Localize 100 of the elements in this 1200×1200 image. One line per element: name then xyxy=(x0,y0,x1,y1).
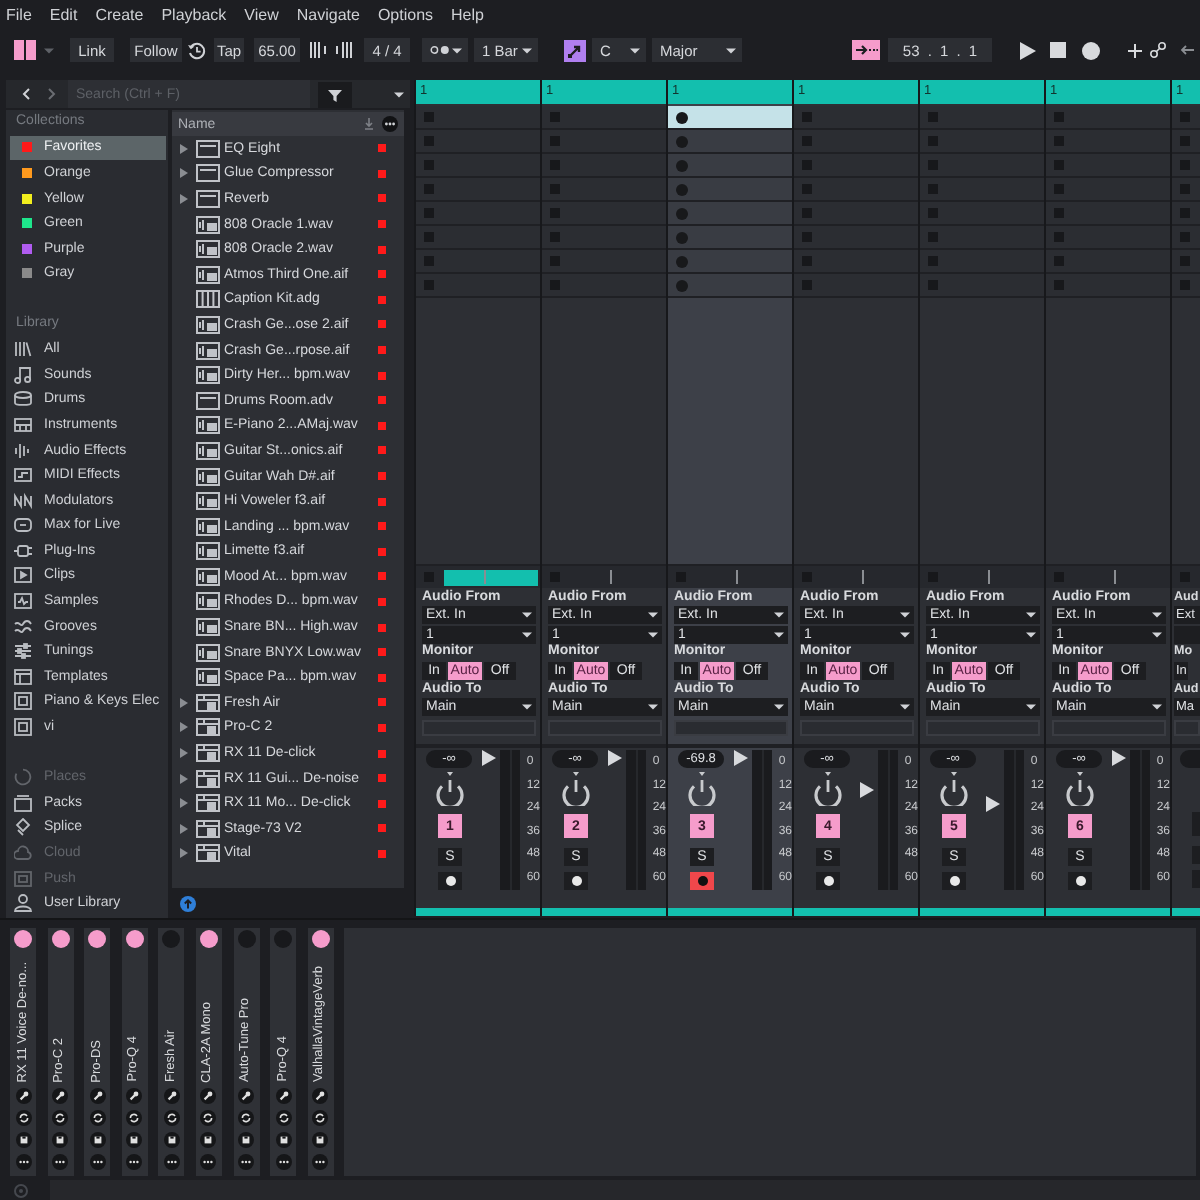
stop-icon[interactable] xyxy=(1050,42,1066,58)
dot-circle-icon[interactable] xyxy=(14,1183,28,1197)
more-icon[interactable] xyxy=(89,1154,106,1170)
chevron-left-icon[interactable] xyxy=(22,88,30,100)
wrench-icon[interactable] xyxy=(15,1088,31,1104)
expand-arrow-icon[interactable] xyxy=(180,773,188,784)
input-channel-dropdown[interactable] xyxy=(1174,626,1200,644)
save-icon[interactable] xyxy=(126,1132,143,1148)
output-channel-field[interactable] xyxy=(1174,720,1200,736)
clip-slot[interactable] xyxy=(794,154,918,176)
clip-slot[interactable] xyxy=(542,250,666,272)
clip-slot[interactable] xyxy=(668,274,792,296)
more-icon[interactable] xyxy=(275,1154,292,1170)
more-icon[interactable] xyxy=(382,116,398,132)
clip-slot[interactable] xyxy=(668,154,792,176)
wrench-icon[interactable] xyxy=(126,1088,143,1104)
arm-button[interactable] xyxy=(564,872,588,890)
clip-slot[interactable] xyxy=(920,106,1044,128)
clip-slot[interactable] xyxy=(794,226,918,248)
clip-slot[interactable] xyxy=(794,202,918,224)
clip-slot[interactable] xyxy=(542,106,666,128)
chevron-right-icon[interactable] xyxy=(48,88,56,100)
wrench-icon[interactable] xyxy=(312,1088,329,1104)
volume-fader[interactable] xyxy=(608,750,647,890)
arm-button[interactable] xyxy=(1068,872,1092,890)
wrench-icon[interactable] xyxy=(238,1088,255,1104)
metronome-dropdown[interactable] xyxy=(422,38,468,62)
device-on-toggle[interactable] xyxy=(14,930,32,948)
cycle-icon[interactable] xyxy=(238,1110,255,1126)
clip-slot[interactable] xyxy=(668,178,792,200)
clip-slot[interactable] xyxy=(794,250,918,272)
cycle-icon[interactable] xyxy=(200,1110,217,1126)
save-icon[interactable] xyxy=(163,1132,180,1148)
expand-arrow-icon[interactable] xyxy=(180,848,188,859)
pan-knob[interactable] xyxy=(562,772,590,806)
clip-slot[interactable] xyxy=(1172,274,1200,296)
clip-slot[interactable] xyxy=(416,106,540,128)
fader-thumb[interactable] xyxy=(986,795,1001,812)
menu-item[interactable]: Playback xyxy=(161,5,227,23)
expand-arrow-icon[interactable] xyxy=(180,193,188,204)
volume-fader[interactable] xyxy=(986,750,1025,890)
clip-slot[interactable] xyxy=(542,274,666,296)
save-icon[interactable] xyxy=(89,1132,106,1148)
fader-thumb[interactable] xyxy=(860,782,875,799)
arm-button[interactable] xyxy=(438,872,462,890)
pan-knob[interactable] xyxy=(436,772,464,806)
device-on-toggle[interactable] xyxy=(88,930,107,948)
clip-slot[interactable] xyxy=(416,274,540,296)
pan-knob[interactable] xyxy=(1066,772,1094,806)
clock-icon[interactable] xyxy=(188,41,206,59)
expand-arrow-icon[interactable] xyxy=(180,798,188,809)
link-icon[interactable] xyxy=(1150,42,1166,58)
menu-item[interactable]: Navigate xyxy=(296,5,360,23)
arrow-dashes-icon[interactable] xyxy=(852,40,880,60)
fader-thumb[interactable] xyxy=(1112,750,1127,766)
more-icon[interactable] xyxy=(312,1154,329,1170)
more-icon[interactable] xyxy=(238,1154,255,1170)
fader-thumb[interactable] xyxy=(608,750,623,766)
clip-slot[interactable] xyxy=(794,178,918,200)
device-on-toggle[interactable] xyxy=(162,930,181,948)
double-bar-icon[interactable] xyxy=(14,40,36,60)
menu-item[interactable]: Help xyxy=(451,5,484,23)
expand-arrow-icon[interactable] xyxy=(180,823,188,834)
device-on-toggle[interactable] xyxy=(311,930,330,948)
menu-item[interactable]: File xyxy=(6,5,32,23)
more-icon[interactable] xyxy=(200,1154,217,1170)
save-icon[interactable] xyxy=(15,1132,31,1148)
device-on-toggle[interactable] xyxy=(125,930,144,948)
save-icon[interactable] xyxy=(200,1132,217,1148)
device-on-toggle[interactable] xyxy=(51,930,70,948)
clip-slot[interactable] xyxy=(1046,274,1170,296)
more-icon[interactable] xyxy=(15,1154,31,1170)
arrow-tile-icon[interactable] xyxy=(564,39,586,61)
wrench-icon[interactable] xyxy=(200,1088,217,1104)
sort-icon[interactable] xyxy=(364,118,374,130)
wrench-icon[interactable] xyxy=(275,1088,292,1104)
record-icon[interactable] xyxy=(1082,41,1100,59)
clip-slot[interactable] xyxy=(542,178,666,200)
cycle-icon[interactable] xyxy=(15,1110,31,1126)
expand-arrow-icon[interactable] xyxy=(180,722,188,733)
clip-slot[interactable] xyxy=(668,130,792,152)
menu-item[interactable]: Options xyxy=(377,5,434,23)
device-on-toggle[interactable] xyxy=(237,930,256,948)
cycle-icon[interactable] xyxy=(126,1110,143,1126)
cycle-icon[interactable] xyxy=(275,1110,292,1126)
clip-slot[interactable] xyxy=(542,226,666,248)
filter-icon[interactable] xyxy=(318,81,352,107)
fader-thumb[interactable] xyxy=(482,750,497,766)
more-icon[interactable] xyxy=(126,1154,143,1170)
pan-knob[interactable] xyxy=(688,772,716,806)
play-icon[interactable] xyxy=(1020,41,1036,59)
bars-icon[interactable] xyxy=(336,42,352,58)
save-icon[interactable] xyxy=(312,1132,329,1148)
plus-icon[interactable] xyxy=(1128,43,1142,57)
pan-knob[interactable] xyxy=(814,772,842,806)
caret-icon[interactable] xyxy=(394,91,404,97)
volume-fader[interactable] xyxy=(860,750,899,890)
clip-slot[interactable] xyxy=(542,130,666,152)
fader-thumb[interactable] xyxy=(734,750,749,766)
arrow-up-circle-icon[interactable] xyxy=(180,895,196,911)
